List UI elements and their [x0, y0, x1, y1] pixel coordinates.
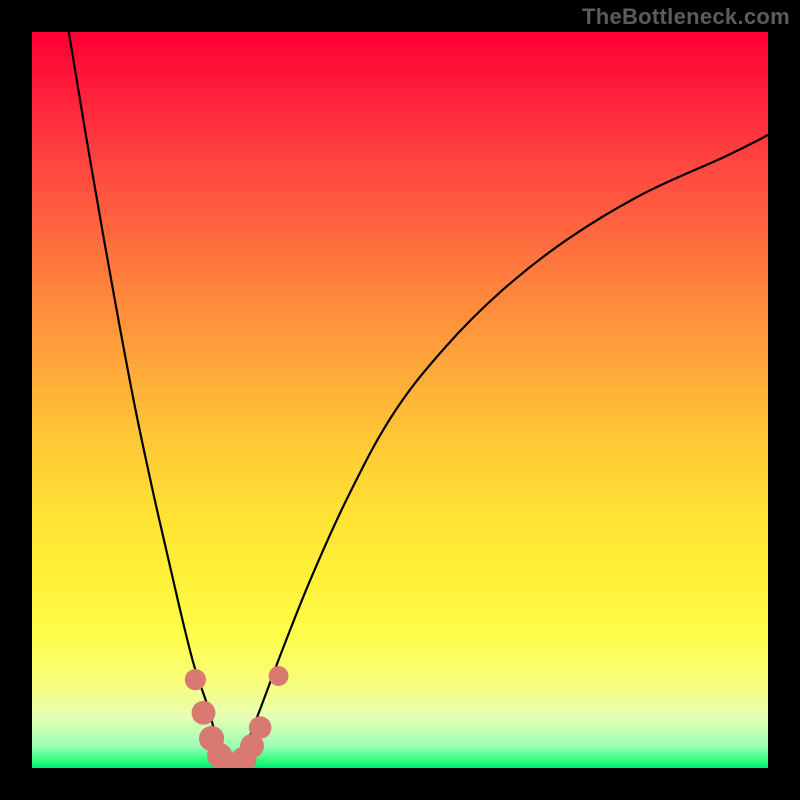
valley-dot [249, 716, 272, 739]
plot-area [32, 32, 768, 768]
valley-dot [185, 669, 206, 690]
chart-frame: TheBottleneck.com [0, 0, 800, 800]
watermark-text: TheBottleneck.com [582, 4, 790, 30]
right-arm-curve [231, 135, 768, 768]
valley-markers [185, 666, 289, 768]
valley-dot [269, 666, 289, 686]
valley-dot [192, 701, 216, 725]
curve-group [69, 32, 768, 768]
curves-layer [32, 32, 768, 768]
left-arm-curve [69, 32, 231, 768]
